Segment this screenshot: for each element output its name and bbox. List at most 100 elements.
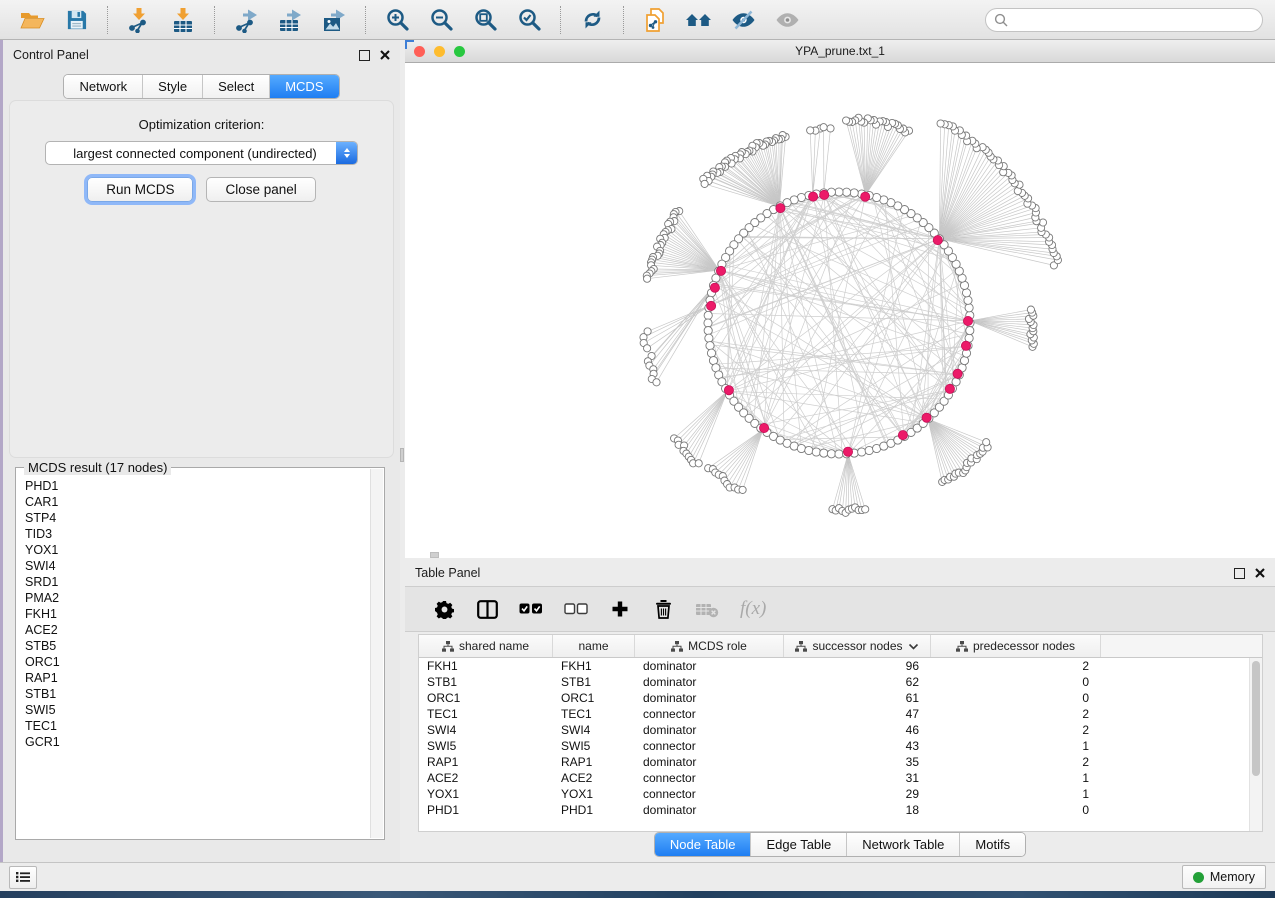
close-panel-icon[interactable] bbox=[380, 50, 390, 60]
mcds-node[interactable] bbox=[776, 204, 785, 213]
network-node[interactable] bbox=[873, 193, 881, 201]
tab-network-table[interactable]: Network Table bbox=[847, 833, 960, 856]
cell-successor-nodes[interactable]: 46 bbox=[784, 723, 931, 737]
network-node[interactable] bbox=[705, 334, 713, 342]
tab-mcds[interactable]: MCDS bbox=[270, 75, 338, 98]
cell-MCDS-role[interactable]: dominator bbox=[635, 691, 784, 705]
cell-MCDS-role[interactable]: connector bbox=[635, 771, 784, 785]
network-node[interactable] bbox=[964, 296, 972, 304]
cell-MCDS-role[interactable]: dominator bbox=[635, 755, 784, 769]
tab-node-table[interactable]: Node Table bbox=[655, 833, 752, 856]
table-row[interactable]: TEC1TEC1connector472 bbox=[419, 706, 1262, 722]
cell-successor-nodes[interactable]: 31 bbox=[784, 771, 931, 785]
network-node[interactable] bbox=[827, 125, 834, 132]
cell-predecessor-nodes[interactable]: 1 bbox=[931, 739, 1101, 753]
cell-MCDS-role[interactable]: dominator bbox=[635, 659, 784, 673]
table-row[interactable]: ACE2ACE2connector311 bbox=[419, 770, 1262, 786]
network-node[interactable] bbox=[704, 327, 712, 335]
mcds-node[interactable] bbox=[953, 369, 962, 378]
mcds-node[interactable] bbox=[963, 316, 972, 325]
result-node-item[interactable]: ORC1 bbox=[25, 654, 370, 670]
save-session-button[interactable] bbox=[56, 4, 96, 36]
column-header-name[interactable]: name bbox=[553, 635, 635, 657]
result-node-item[interactable]: SWI4 bbox=[25, 558, 370, 574]
column-header-successor-nodes[interactable]: successor nodes bbox=[784, 635, 931, 657]
cell-shared-name[interactable]: SWI5 bbox=[419, 739, 553, 753]
tab-network[interactable]: Network bbox=[64, 75, 143, 98]
network-node[interactable] bbox=[812, 448, 820, 456]
cell-predecessor-nodes[interactable]: 2 bbox=[931, 755, 1101, 769]
result-node-item[interactable]: GCR1 bbox=[25, 734, 370, 750]
result-node-item[interactable]: RAP1 bbox=[25, 670, 370, 686]
cell-name[interactable]: PHD1 bbox=[553, 803, 635, 817]
cell-predecessor-nodes[interactable]: 0 bbox=[931, 691, 1101, 705]
network-node[interactable] bbox=[695, 460, 702, 467]
result-node-item[interactable]: STP4 bbox=[25, 510, 370, 526]
function-builder-button[interactable]: f(x) bbox=[740, 597, 766, 621]
run-mcds-button[interactable]: Run MCDS bbox=[87, 177, 193, 202]
cell-successor-nodes[interactable]: 47 bbox=[784, 707, 931, 721]
table-row[interactable]: STB1STB1dominator620 bbox=[419, 674, 1262, 690]
add-entry-button[interactable] bbox=[609, 597, 631, 621]
cell-shared-name[interactable]: YOX1 bbox=[419, 787, 553, 801]
cell-shared-name[interactable]: FKH1 bbox=[419, 659, 553, 673]
optimization-criterion-select[interactable]: largest connected component (undirected) bbox=[45, 141, 358, 165]
result-node-item[interactable]: YOX1 bbox=[25, 542, 370, 558]
task-history-button[interactable] bbox=[9, 866, 37, 889]
network-node[interactable] bbox=[644, 275, 651, 282]
deselect-all-button[interactable] bbox=[564, 597, 588, 621]
result-node-item[interactable]: STB1 bbox=[25, 686, 370, 702]
network-node[interactable] bbox=[701, 180, 708, 187]
table-row[interactable]: RAP1RAP1dominator352 bbox=[419, 754, 1262, 770]
table-row[interactable]: ORC1ORC1dominator610 bbox=[419, 690, 1262, 706]
network-node[interactable] bbox=[835, 188, 843, 196]
network-node[interactable] bbox=[960, 357, 968, 365]
cell-shared-name[interactable]: PHD1 bbox=[419, 803, 553, 817]
network-window-titlebar[interactable]: YPA_prune.txt_1 bbox=[405, 40, 1275, 63]
memory-button[interactable]: Memory bbox=[1182, 865, 1266, 889]
cell-shared-name[interactable]: SWI4 bbox=[419, 723, 553, 737]
cell-predecessor-nodes[interactable]: 1 bbox=[931, 771, 1101, 785]
mcds-node[interactable] bbox=[933, 236, 942, 245]
tab-select[interactable]: Select bbox=[203, 75, 270, 98]
mcds-node[interactable] bbox=[843, 447, 852, 456]
cell-successor-nodes[interactable]: 62 bbox=[784, 675, 931, 689]
cell-name[interactable]: SWI4 bbox=[553, 723, 635, 737]
network-canvas[interactable] bbox=[405, 63, 1275, 559]
mcds-node[interactable] bbox=[707, 301, 716, 310]
export-image-button[interactable] bbox=[314, 4, 354, 36]
zoom-selected-button[interactable] bbox=[509, 4, 549, 36]
network-node[interactable] bbox=[858, 448, 866, 456]
cell-MCDS-role[interactable]: dominator bbox=[635, 723, 784, 737]
cell-shared-name[interactable]: RAP1 bbox=[419, 755, 553, 769]
network-node[interactable] bbox=[807, 127, 814, 134]
cell-shared-name[interactable]: TEC1 bbox=[419, 707, 553, 721]
mcds-node[interactable] bbox=[945, 384, 954, 393]
table-row[interactable]: YOX1YOX1connector291 bbox=[419, 786, 1262, 802]
refresh-button[interactable] bbox=[572, 4, 612, 36]
cell-MCDS-role[interactable]: dominator bbox=[635, 675, 784, 689]
float-panel-icon[interactable] bbox=[359, 50, 370, 61]
network-node[interactable] bbox=[820, 124, 827, 131]
tab-style[interactable]: Style bbox=[143, 75, 203, 98]
network-graph[interactable] bbox=[405, 63, 1275, 559]
gear-button[interactable] bbox=[433, 597, 455, 621]
tab-edge-table[interactable]: Edge Table bbox=[751, 833, 847, 856]
network-node[interactable] bbox=[835, 450, 843, 458]
show-all-button[interactable] bbox=[767, 4, 807, 36]
result-node-item[interactable]: ACE2 bbox=[25, 622, 370, 638]
cell-successor-nodes[interactable]: 18 bbox=[784, 803, 931, 817]
network-node[interactable] bbox=[843, 188, 851, 196]
mcds-node[interactable] bbox=[809, 192, 818, 201]
zoom-out-button[interactable] bbox=[421, 4, 461, 36]
network-node[interactable] bbox=[1039, 219, 1046, 226]
table-scrollbar-thumb[interactable] bbox=[1252, 661, 1260, 776]
mcds-node[interactable] bbox=[820, 190, 829, 199]
network-node[interactable] bbox=[797, 444, 805, 452]
result-node-item[interactable]: SRD1 bbox=[25, 574, 370, 590]
network-from-selection-button[interactable] bbox=[635, 4, 675, 36]
cell-predecessor-nodes[interactable]: 1 bbox=[931, 787, 1101, 801]
table-row[interactable]: FKH1FKH1dominator962 bbox=[419, 658, 1262, 674]
result-node-item[interactable]: FKH1 bbox=[25, 606, 370, 622]
cell-successor-nodes[interactable]: 35 bbox=[784, 755, 931, 769]
